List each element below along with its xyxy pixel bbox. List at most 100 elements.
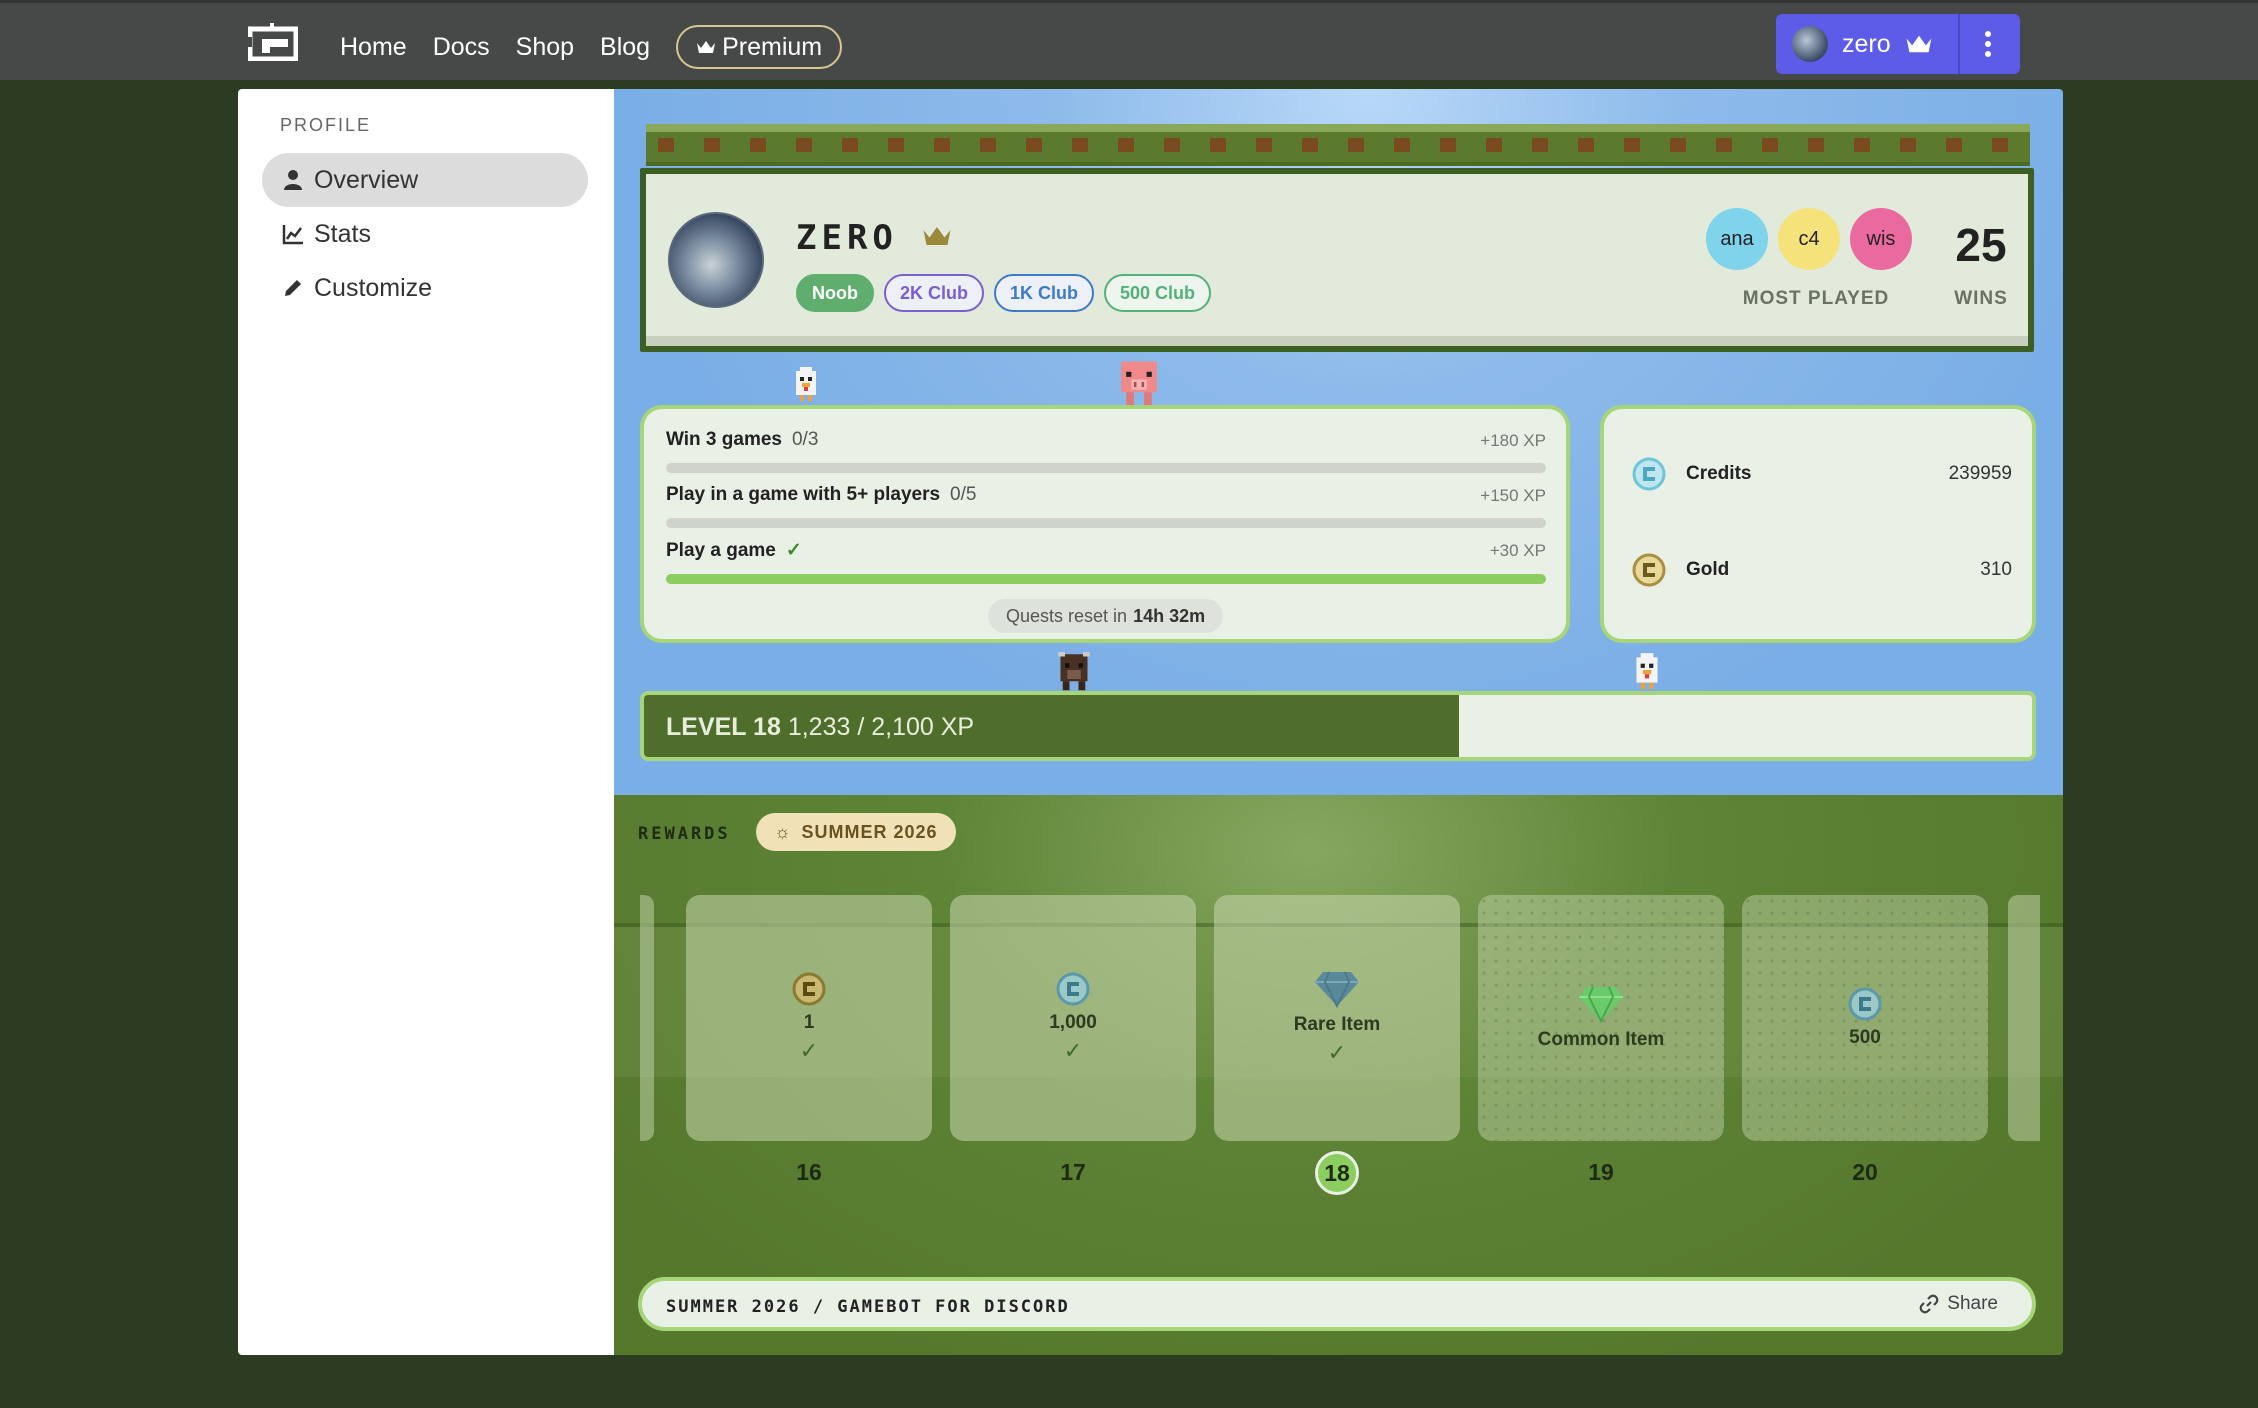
main-nav: Home Docs Shop Blog Premium [340, 25, 843, 69]
premium-label: Premium [722, 32, 823, 61]
nav-blog-link[interactable]: Blog [600, 29, 650, 65]
sidebar-item-label: Overview [314, 165, 419, 194]
quests-card: Win 3 games 0/3 +180 XP Play in a game wi… [640, 405, 1570, 643]
user-avatar [1792, 26, 1828, 62]
crown-icon [923, 227, 951, 245]
sidebar-item-stats[interactable]: Stats [262, 207, 588, 261]
check-icon: ✓ [1327, 1040, 1347, 1065]
quest-item: Win 3 games 0/3 +180 XP [666, 429, 1546, 473]
gamebot-logo-icon[interactable] [248, 23, 298, 61]
reward-level: 17 [1060, 1159, 1086, 1185]
most-played-label: MOST PLAYED [1742, 288, 1890, 309]
credits-value: 239959 [1948, 463, 2012, 484]
chart-icon [282, 225, 303, 245]
most-played-list: ana c4 wis [1706, 208, 1922, 270]
season-badge: ☼ SUMMER 2026 [756, 813, 956, 851]
user-icon [284, 170, 302, 190]
wins-label: WINS [1954, 288, 2008, 309]
profile-main: ZERO Noob 2K Club 1K Club 500 Club ana c… [614, 89, 2063, 1355]
link-icon [1919, 1294, 1939, 1314]
gold-row: Gold 310 [1632, 553, 2012, 587]
top-navbar: Home Docs Shop Blog Premium zero [0, 0, 2258, 80]
reward-card[interactable]: 1 ✓ [686, 895, 932, 1141]
more-options-icon[interactable] [1982, 28, 1994, 60]
badge-1k-club: 1K Club [994, 274, 1095, 312]
sidebar-item-overview[interactable]: Overview [262, 153, 588, 207]
quest-item: Play a game ✓ +30 XP [666, 539, 1546, 584]
quest-xp: +150 XP [1480, 486, 1546, 505]
cow-sprite-icon [1058, 652, 1090, 691]
quest-progress: 0/5 [950, 484, 977, 505]
reward-level: 16 [796, 1159, 822, 1185]
nav-home-link[interactable]: Home [340, 29, 407, 65]
quest-item: Play in a game with 5+ players 0/5 +150 X… [666, 484, 1546, 528]
season-footer: SUMMER 2026 / GAMEBOT FOR DISCORD Share [638, 1277, 2036, 1331]
profile-sidebar: PROFILE Overview Stats Customize [238, 89, 614, 1355]
quest-progress-bar [666, 574, 1546, 584]
most-played-c4[interactable]: c4 [1778, 208, 1840, 270]
nav-docs-link[interactable]: Docs [433, 29, 490, 65]
badge-noob: Noob [796, 274, 874, 312]
profile-card: ZERO Noob 2K Club 1K Club 500 Club ana c… [640, 168, 2034, 352]
reward-label: Common Item [1537, 1029, 1665, 1050]
gold-coin-icon [1632, 553, 1666, 587]
blue-gem-icon [1315, 971, 1359, 1008]
reward-label: 1,000 [1049, 1012, 1097, 1033]
profile-name: ZERO [796, 218, 898, 258]
sidebar-title: PROFILE [280, 115, 372, 135]
check-icon: ✓ [799, 1038, 819, 1063]
currency-card: Credits 239959 Gold 310 [1600, 405, 2036, 643]
credit-coin-icon [1056, 972, 1090, 1006]
divider [1958, 14, 1960, 74]
quest-reset-time: 14h 32m [1133, 605, 1206, 626]
most-played-ana[interactable]: ana [1706, 208, 1768, 270]
chicken-sprite-icon [1636, 653, 1658, 689]
quest-xp: +30 XP [1489, 541, 1546, 560]
sidebar-item-customize[interactable]: Customize [262, 261, 588, 315]
share-button[interactable]: Share [1919, 1293, 1998, 1315]
quest-title: Play in a game with 5+ players [666, 484, 941, 505]
badge-2k-club: 2K Club [883, 274, 984, 312]
season-label: SUMMER 2026 [801, 821, 938, 842]
check-icon: ✓ [1063, 1038, 1083, 1063]
reward-card[interactable]: 1,000 ✓ [950, 895, 1196, 1141]
reward-card-partial [640, 895, 654, 1141]
reward-card[interactable]: 500 [1742, 895, 1988, 1141]
reward-label: Rare Item [1293, 1014, 1381, 1035]
reward-card[interactable]: Common Item [1478, 895, 1724, 1141]
reward-label: 1 [803, 1012, 815, 1033]
nav-shop-link[interactable]: Shop [516, 29, 574, 65]
most-played-wis[interactable]: wis [1850, 208, 1912, 270]
ground-strip [646, 124, 2030, 166]
check-icon: ✓ [785, 540, 802, 561]
badge-500-club: 500 Club [1104, 274, 1212, 312]
user-menu-button[interactable]: zero [1776, 14, 2020, 74]
reward-label: 500 [1849, 1027, 1881, 1048]
footer-text: SUMMER 2026 / GAMEBOT FOR DISCORD [666, 1297, 1070, 1317]
green-gem-icon [1579, 986, 1623, 1023]
reward-level: 20 [1852, 1159, 1878, 1185]
level-text: LEVEL 18 1,233 / 2,100 XP [666, 713, 974, 742]
sidebar-item-label: Stats [314, 219, 371, 248]
quest-title: Win 3 games [666, 429, 782, 450]
quest-progress-bar [666, 518, 1546, 528]
premium-button[interactable]: Premium [676, 25, 843, 69]
reward-level: 19 [1588, 1159, 1614, 1185]
gold-value: 310 [1980, 559, 2012, 580]
level-label: LEVEL 18 [666, 713, 781, 741]
reward-level: 18 [1315, 1151, 1359, 1195]
quest-reset-timer: Quests reset in 14h 32m [988, 599, 1224, 633]
pig-sprite-icon [1121, 361, 1157, 405]
level-xp: 1,233 / 2,100 XP [787, 713, 975, 741]
rewards-title: REWARDS [638, 824, 731, 844]
sidebar-item-label: Customize [314, 273, 433, 302]
gold-coin-icon [792, 972, 826, 1006]
quest-progress: 0/3 [791, 429, 819, 450]
quest-reset-label: Quests reset in [1006, 605, 1128, 626]
user-name: zero [1842, 29, 1891, 58]
pencil-icon [285, 280, 301, 296]
reward-card[interactable]: Rare Item ✓ [1214, 895, 1460, 1141]
sun-icon: ☼ [774, 821, 792, 842]
reward-card-partial [2008, 895, 2040, 1141]
gold-label: Gold [1686, 559, 1730, 580]
